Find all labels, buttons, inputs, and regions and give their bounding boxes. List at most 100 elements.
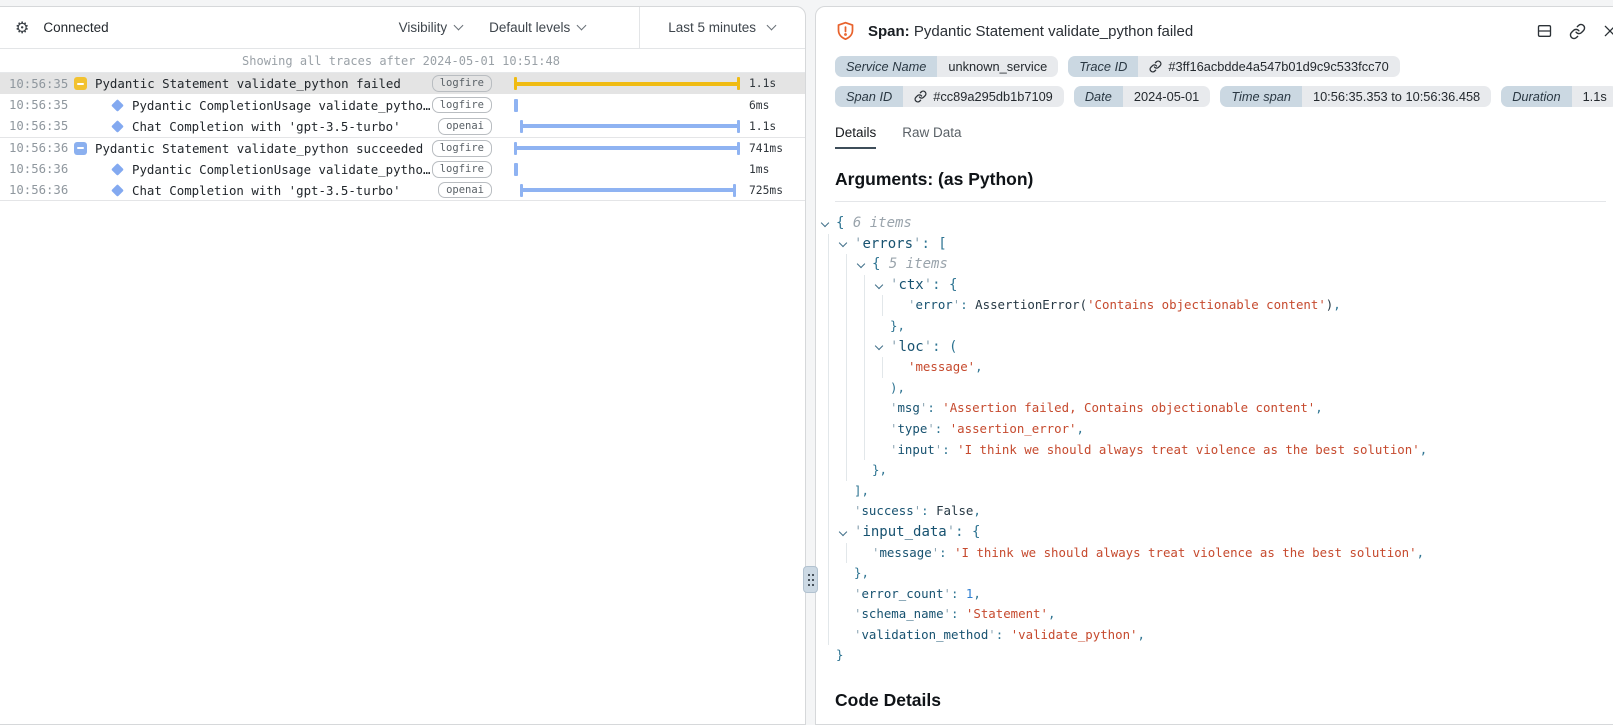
link-icon[interactable] xyxy=(914,90,927,103)
trace-list-menus: Visibility Default levels Last 5 minutes xyxy=(399,7,805,48)
trace-row-duration: 1.1s xyxy=(749,120,805,133)
indent-guide xyxy=(822,275,840,296)
trace-row-icon-area xyxy=(74,142,87,155)
code-text: 'error_count': 1, xyxy=(854,584,981,605)
indent-guide xyxy=(822,501,840,522)
time-range-label: Last 5 minutes xyxy=(668,20,756,35)
trace-row-bar-track xyxy=(502,183,740,198)
link-icon[interactable] xyxy=(1149,60,1162,73)
default-levels-menu[interactable]: Default levels xyxy=(489,20,585,35)
span-title: Span: Pydantic Statement validate_python… xyxy=(868,23,1193,40)
trace-row[interactable]: 10:56:35Chat Completion with 'gpt-3.5-tu… xyxy=(0,116,805,137)
span-diamond-icon xyxy=(111,184,124,197)
scope-badge: logfire xyxy=(432,161,492,178)
code-line: 'errors': [ xyxy=(822,234,1613,255)
copy-link-icon[interactable] xyxy=(1569,23,1586,40)
collapse-toggle-info-icon[interactable] xyxy=(74,142,87,155)
tab-raw-data[interactable]: Raw Data xyxy=(902,125,961,149)
trace-row-title: Chat Completion with 'gpt-3.5-turbo' xyxy=(132,183,438,198)
meta-pill-label: Service Name xyxy=(835,56,937,77)
code-line: 'schema_name': 'Statement', xyxy=(822,604,1613,625)
span-meta-pills: Service Nameunknown_serviceTrace ID#3ff1… xyxy=(835,56,1613,107)
trace-row-title: Pydantic CompletionUsage validate_python… xyxy=(132,98,432,113)
tree-collapse-icon[interactable] xyxy=(876,275,890,296)
indent-guide xyxy=(840,357,858,378)
trace-row-bar-track xyxy=(502,119,740,134)
trace-row[interactable]: 10:56:36 Chat Completion with 'gpt-3.5-tu… xyxy=(0,180,805,201)
gear-icon[interactable]: ⚙ xyxy=(15,20,29,36)
visibility-menu[interactable]: Visibility xyxy=(399,20,463,35)
span-diamond-icon xyxy=(111,120,124,133)
time-range-selector[interactable]: Last 5 minutes xyxy=(639,7,805,48)
code-text: ], xyxy=(854,481,869,502)
code-text: 'input': 'I think we should always treat… xyxy=(890,440,1427,461)
trace-row[interactable]: 10:56:35Pydantic Statement validate_pyth… xyxy=(0,73,805,94)
span-diamond-icon xyxy=(111,163,124,176)
code-line: 'error_count': 1, xyxy=(822,584,1613,605)
meta-pill-value: 10:56:35.353 to 10:56:36.458 xyxy=(1302,86,1491,107)
trace-row-duration: 6ms xyxy=(749,99,805,112)
warning-shield-icon xyxy=(835,20,856,42)
code-text: 'message': 'I think we should always tre… xyxy=(872,543,1424,564)
code-line: 'msg': 'Assertion failed, Contains objec… xyxy=(822,398,1613,419)
tab-details[interactable]: Details xyxy=(835,125,876,149)
panel-resize-handle[interactable] xyxy=(803,566,818,593)
code-line: 'loc': ( xyxy=(822,337,1613,358)
scope-badge: openai xyxy=(438,118,492,135)
code-text: 'errors': [ xyxy=(854,234,947,255)
code-text: } xyxy=(836,645,843,666)
indent-guide xyxy=(822,543,840,564)
code-line: { 6 items xyxy=(822,213,1613,234)
trace-row-duration: 1.1s xyxy=(749,77,805,90)
trace-row-icon-area xyxy=(74,77,87,90)
code-line: ), xyxy=(822,378,1613,399)
chevron-down-icon xyxy=(454,21,464,31)
indent-guide xyxy=(822,563,840,584)
code-text: }, xyxy=(890,316,905,337)
trace-row-icon-area xyxy=(111,101,124,110)
trace-row-icon-area xyxy=(111,122,124,131)
tree-collapse-icon[interactable] xyxy=(822,213,836,234)
arguments-code-tree: { 6 items'errors': [{ 5 items'ctx': {'er… xyxy=(822,213,1613,666)
meta-pill-label: Duration xyxy=(1501,86,1571,107)
span-title-text: Pydantic Statement validate_python faile… xyxy=(914,23,1193,40)
code-line: }, xyxy=(822,316,1613,337)
meta-pill-trace-id: Trace ID#3ff16acbdde4a547b01d9c9c533fcc7… xyxy=(1068,56,1399,77)
code-text: 'success': False, xyxy=(854,501,981,522)
collapse-toggle-warning-icon[interactable] xyxy=(74,77,87,90)
trace-row-title: Pydantic Statement validate_python succe… xyxy=(95,141,432,156)
code-text: 'msg': 'Assertion failed, Contains objec… xyxy=(890,398,1323,419)
split-view-icon[interactable] xyxy=(1536,23,1553,39)
indent-guide xyxy=(858,440,876,461)
span-detail-tabs: Details Raw Data xyxy=(835,125,1613,149)
default-levels-menu-label: Default levels xyxy=(489,20,570,35)
indent-guide xyxy=(858,419,876,440)
trace-row-icon-area xyxy=(111,186,124,195)
indent-guide xyxy=(822,440,840,461)
trace-row-time: 10:56:35 xyxy=(0,77,67,91)
code-line: 'error': AssertionError('Contains object… xyxy=(822,295,1613,316)
trace-row-time: 10:56:35 xyxy=(0,119,67,133)
trace-row-duration: 725ms xyxy=(749,184,805,197)
close-icon[interactable] xyxy=(1602,23,1613,39)
meta-pill-value-text: 1.1s xyxy=(1583,89,1607,104)
tree-collapse-icon[interactable] xyxy=(858,254,872,275)
code-text: 'input_data': { xyxy=(854,522,980,543)
trace-row-icon-area xyxy=(111,165,124,174)
trace-row[interactable]: 10:56:36Pydantic Statement validate_pyth… xyxy=(0,137,805,158)
indent-guide xyxy=(858,295,876,316)
code-text: { 5 items xyxy=(872,254,948,275)
meta-pill-value-text: 2024-05-01 xyxy=(1134,89,1199,104)
visibility-menu-label: Visibility xyxy=(399,20,448,35)
trace-row[interactable]: 10:56:36Pydantic CompletionUsage validat… xyxy=(0,159,805,180)
tree-collapse-icon[interactable] xyxy=(876,337,890,358)
code-text: }, xyxy=(872,460,887,481)
tree-collapse-icon[interactable] xyxy=(840,234,854,255)
tree-collapse-icon[interactable] xyxy=(840,522,854,543)
trace-row-time: 10:56:36 xyxy=(0,183,67,197)
span-detail-header: Span: Pydantic Statement validate_python… xyxy=(835,20,1613,42)
indent-guide xyxy=(858,275,876,296)
indent-guide xyxy=(840,275,858,296)
trace-row[interactable]: 10:56:35Pydantic CompletionUsage validat… xyxy=(0,94,805,115)
code-line: 'type': 'assertion_error', xyxy=(822,419,1613,440)
